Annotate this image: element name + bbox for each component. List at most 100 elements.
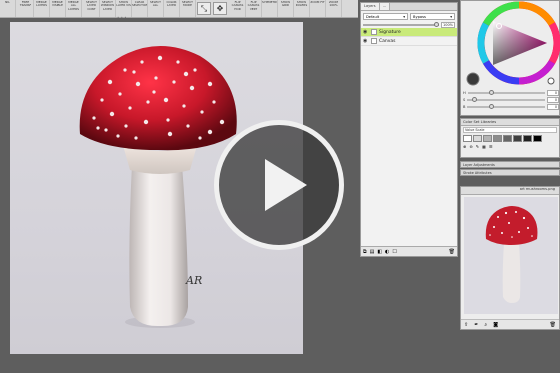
cap-spot [152, 90, 156, 94]
eye-icon[interactable]: ◉ [363, 38, 369, 44]
toolbar-grip[interactable]: • • • [117, 15, 127, 20]
color-slider[interactable] [467, 89, 545, 95]
hsv-sliders: H0S0B0 [463, 89, 559, 110]
color-swatch[interactable] [523, 135, 532, 142]
layers-panel: Layers ... Default ▾ Bypass ▾ 100% ◉ Signat… [360, 2, 458, 257]
video-play-button[interactable] [214, 120, 344, 250]
cap-spot [134, 136, 138, 140]
opacity-slider[interactable] [363, 21, 439, 27]
grid-view-icon[interactable]: ▦ [482, 144, 486, 149]
opacity-slider-knob[interactable] [433, 21, 439, 27]
cap-spot [157, 55, 163, 61]
cap-spot [135, 81, 141, 87]
transform-icon[interactable]: ⤡ [197, 2, 211, 15]
group-icon[interactable]: ▤ [370, 249, 375, 255]
tab-layer-adjustments[interactable]: Layer Adjustments [460, 161, 560, 168]
slider-value[interactable]: 0 [547, 96, 559, 103]
toolbar-button-select-all[interactable]: SELECT ALL [148, 0, 164, 17]
color-swatch[interactable] [503, 135, 512, 142]
swap-color-icon[interactable] [547, 77, 555, 85]
cap-spot [166, 118, 170, 122]
slider-value[interactable]: 0 [547, 103, 559, 110]
cap-spot [143, 119, 149, 125]
slider-value[interactable]: 0 [547, 89, 559, 96]
custom-palette-toolbar: NIL FREE TRANSF MERGE LAYERS MERGE VISIBLE M… [0, 0, 358, 18]
slider-knob[interactable] [489, 103, 495, 109]
toolbar-button-select-window-layer[interactable]: SELECT WINDOW LAYER [100, 0, 116, 17]
eye-icon[interactable]: ◉ [363, 29, 369, 35]
color-swatch[interactable] [513, 135, 522, 142]
toolbar-button-free-transf[interactable]: FREE TRANSF [18, 0, 34, 17]
color-swatch[interactable] [483, 135, 492, 142]
edit-swatch-icon[interactable]: ✎ [476, 144, 479, 149]
cap-spot [109, 111, 115, 117]
color-swatch[interactable] [533, 135, 542, 142]
toolbar-button-merge-all-layers[interactable]: MERGE ALL LAYERS [66, 0, 82, 17]
add-swatch-icon[interactable]: ⊕ [463, 144, 466, 149]
collapsed-panel-tabs: Layer Adjustments Stroke Attributes [460, 161, 560, 185]
navigator-preview[interactable] [464, 197, 558, 314]
trash-icon[interactable]: 🗑 [449, 249, 455, 255]
move-icon[interactable]: ✥ [213, 2, 227, 15]
adjust-icon[interactable]: ◐ [385, 249, 389, 255]
color-swatch[interactable] [493, 135, 502, 142]
tab-layers[interactable]: Layers [361, 3, 380, 10]
trash-icon[interactable]: 🗑 [550, 322, 556, 328]
color-set-panel: Color Set Libraries Value Scale ⊕ ⊖ ✎ ▦ … [460, 118, 560, 158]
color-slider[interactable] [467, 103, 545, 109]
mask-icon[interactable]: ◧ [377, 249, 382, 255]
toolbar-button-color-layer[interactable]: COLOR LAYER [164, 0, 180, 17]
toolbar-button-select-layer-cont[interactable]: SELECT LAYER CONT [84, 0, 100, 17]
toolbar-button-flip-canvas-vert[interactable]: FLIP CANVAS VERT [246, 0, 262, 17]
slider-label: B [463, 104, 466, 109]
slider-row: B0 [463, 103, 559, 110]
layer-row[interactable]: ◉ Canvas [361, 37, 457, 46]
toolbar-button-show-rulers[interactable]: SHOW RULERS [294, 0, 310, 17]
cap-spot [124, 124, 128, 128]
camera-icon[interactable]: ◙ [493, 322, 498, 328]
blend-mode-select[interactable]: Default ▾ [363, 12, 408, 20]
layer-row[interactable]: ◉ Signature [361, 28, 457, 37]
layer-controls: Default ▾ Bypass ▾ [361, 11, 457, 21]
toolbar-button-symmetry[interactable]: SYMMETRY [262, 0, 278, 17]
toolbar-button-select-mode[interactable]: SELECT MODE [180, 0, 196, 17]
current-color-swatch[interactable] [466, 72, 480, 86]
layer-thumbnail [371, 38, 377, 44]
toolbar-button-show-grid[interactable]: SHOW GRID [278, 0, 294, 17]
toolbar-button-zoom-100[interactable]: ZOOM 100% [326, 0, 342, 17]
layers-tabs: Layers ... [361, 3, 457, 11]
color-swatch[interactable] [473, 135, 482, 142]
export-icon[interactable]: ⇪ [464, 322, 468, 328]
cap-spot [212, 100, 216, 104]
toolbar-button-flip-canvas-hor[interactable]: FLIP CANVAS HOR [230, 0, 246, 17]
toolbar-button-merge-visible[interactable]: MERGE VISIBLE [50, 0, 66, 17]
color-set-name[interactable]: Value Scale [463, 127, 557, 133]
color-slider[interactable] [467, 96, 545, 102]
slider-knob[interactable] [489, 89, 495, 95]
toolbar-button-merge-layers[interactable]: MERGE LAYERS [34, 0, 50, 17]
cap-spot [107, 79, 113, 85]
slider-knob[interactable] [471, 96, 477, 102]
list-view-icon[interactable]: ☰ [489, 144, 493, 149]
fx-icon[interactable]: ☐ [392, 249, 396, 255]
tab-stroke-attributes[interactable]: Stroke Attributes [460, 169, 560, 176]
eyedropper-icon[interactable]: ✒ [474, 322, 478, 328]
toolbar-button-zoom-fit[interactable]: ZOOM FIT [310, 0, 326, 17]
tab-more[interactable]: ... [379, 3, 390, 10]
layer-name: Signature [379, 29, 401, 35]
toolbar-button-nil[interactable]: NIL [0, 0, 16, 17]
preset-select[interactable]: Bypass ▾ [410, 12, 455, 20]
toolbar-button-clear-selection[interactable]: CLEAR SELECTION [132, 0, 148, 17]
cap-spot [198, 136, 202, 140]
color-wheel[interactable] [461, 1, 560, 87]
zoom-icon[interactable]: ⌕ [484, 322, 487, 328]
opacity-value[interactable]: 100% [440, 21, 455, 28]
remove-swatch-icon[interactable]: ⊖ [469, 144, 472, 149]
cap-spot [167, 131, 173, 137]
blend-mode-value: Default [366, 14, 380, 19]
layers-footer: ⧉ ▤ ◧ ◐ ☐ 🗑 [361, 246, 457, 256]
new-layer-icon[interactable]: ⧉ [363, 249, 367, 255]
slider-label: S [463, 97, 466, 102]
stem [129, 165, 188, 327]
color-swatch[interactable] [463, 135, 472, 142]
